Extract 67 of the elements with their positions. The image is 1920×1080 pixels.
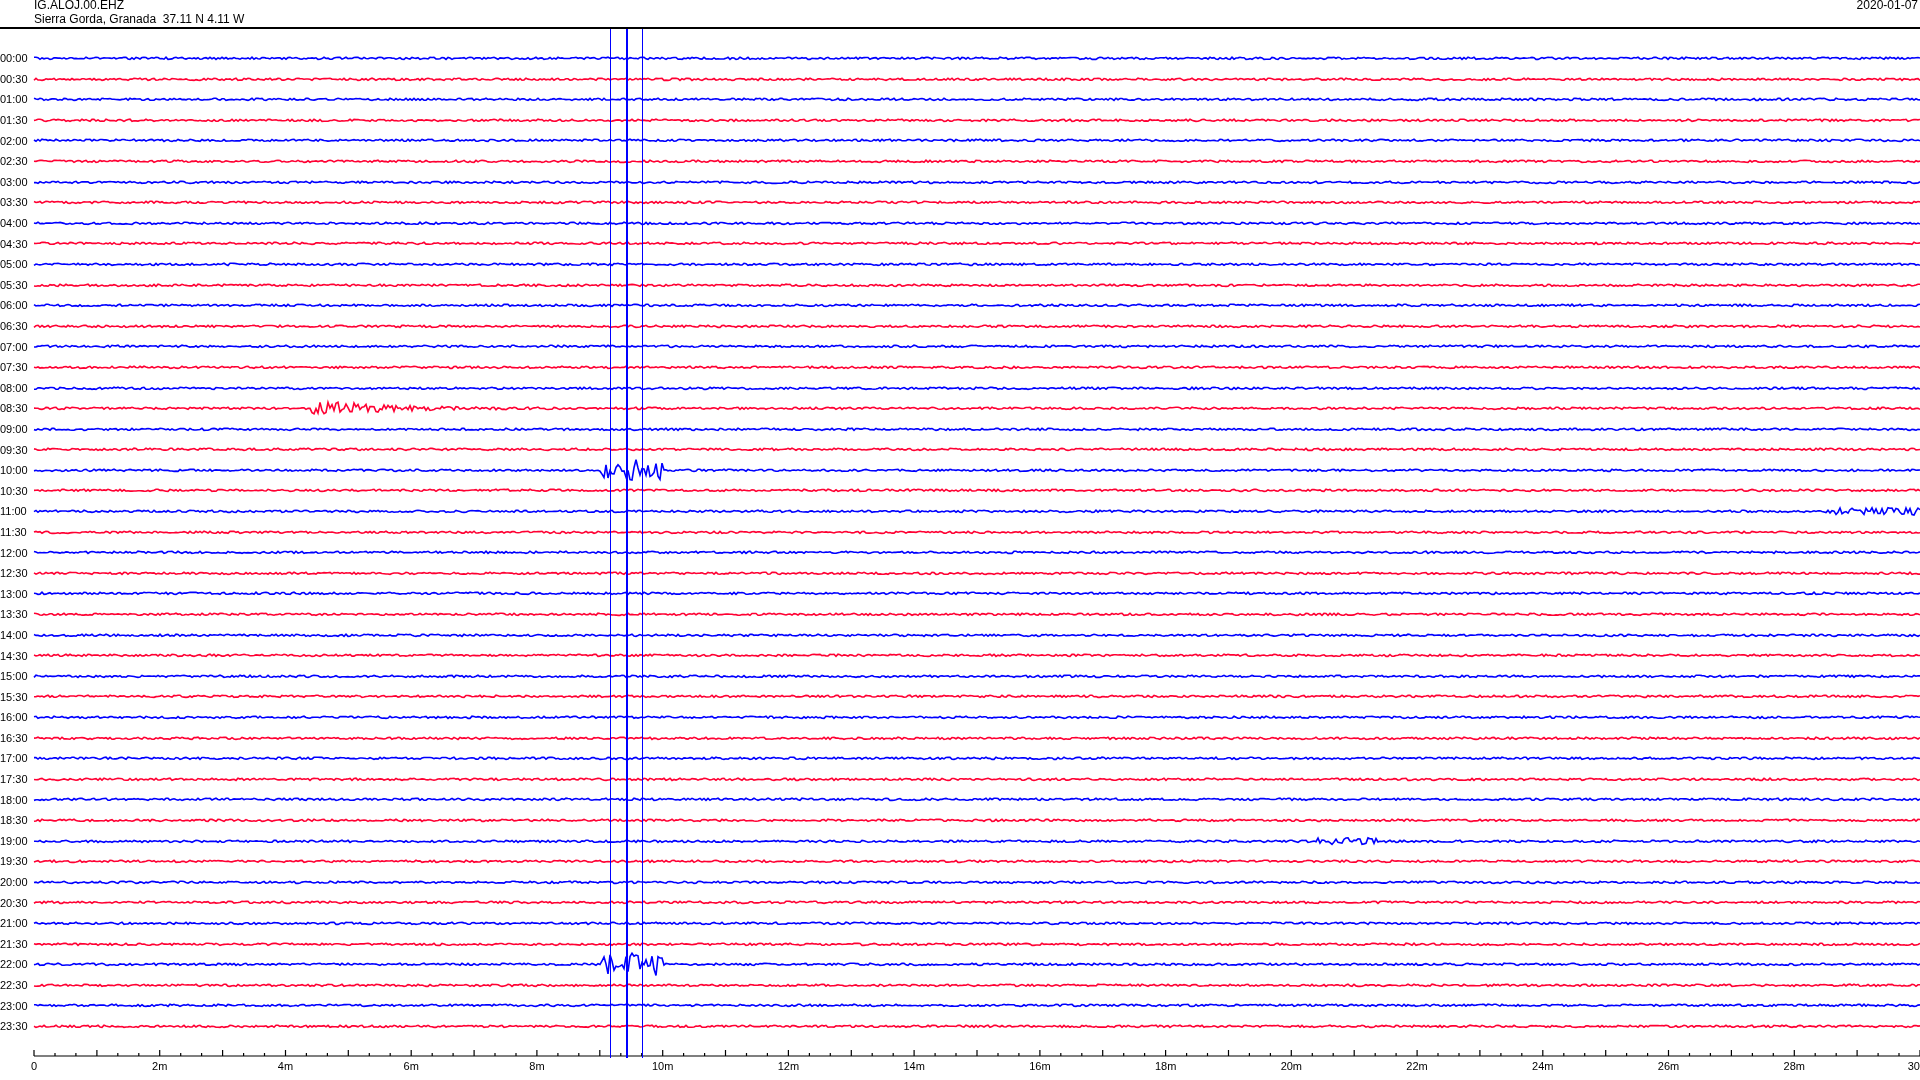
axis-tick-label: 2m [152, 1060, 168, 1072]
axis-tick-label: 20m [1280, 1060, 1303, 1072]
time-label: 06:00 [0, 299, 29, 312]
time-label: 04:00 [0, 217, 29, 230]
time-label: 18:30 [0, 814, 29, 827]
axis-tick-label: 8m [529, 1060, 545, 1072]
time-label: 13:30 [0, 608, 29, 621]
time-label: 12:30 [0, 567, 29, 580]
time-label: 18:00 [0, 793, 29, 806]
time-label: 03:00 [0, 175, 29, 188]
axis-tick-label: 6m [403, 1060, 419, 1072]
date-label: 2020-01-07 [1856, 0, 1918, 14]
time-label: 07:00 [0, 340, 29, 353]
axis-tick-label: 26m [1657, 1060, 1680, 1072]
time-label: 01:00 [0, 93, 29, 106]
time-label: 22:30 [0, 979, 29, 991]
time-label: 15:00 [0, 670, 29, 683]
time-label: 20:30 [0, 896, 29, 909]
station-location: Sierra Gorda, Granada 37.11 N 4.11 W [34, 12, 245, 26]
time-label: 11:00 [0, 505, 28, 518]
time-label: 17:00 [0, 752, 29, 765]
time-label: 04:30 [0, 237, 29, 250]
time-label: 16:30 [0, 731, 29, 744]
axis-tick-label: 24m [1532, 1060, 1554, 1072]
time-label: 23:00 [0, 999, 29, 1012]
axis-tick-label: 12m [777, 1060, 800, 1072]
time-label: 14:00 [0, 628, 29, 641]
axis-tick-label: 22m [1406, 1060, 1428, 1072]
time-label: 19:30 [0, 855, 29, 868]
time-label: 13:00 [0, 587, 29, 600]
time-label: 00:00 [0, 52, 29, 65]
time-label: 15:30 [0, 690, 29, 703]
time-label: 21:30 [0, 937, 29, 950]
time-label: 16:00 [0, 711, 29, 724]
time-label: 05:30 [0, 278, 29, 291]
time-label: 12:00 [0, 546, 29, 559]
time-label: 10:30 [0, 484, 29, 497]
time-label: 02:00 [0, 134, 29, 147]
station-code: IG.ALOJ.00.EHZ [34, 0, 126, 12]
axis-tick-label: 14m [903, 1060, 925, 1072]
axis-tick-label: 0 [30, 1060, 38, 1072]
axis-tick-label: 28m [1783, 1060, 1805, 1072]
time-label: 03:30 [0, 196, 29, 209]
time-label: 08:30 [0, 402, 29, 415]
time-label: 22:00 [0, 958, 29, 971]
time-label: 00:30 [0, 72, 29, 85]
time-label: 08:00 [0, 381, 29, 394]
time-label: 21:00 [0, 917, 29, 930]
axis-tick-label: 4m [277, 1060, 294, 1072]
time-label: 14:30 [0, 649, 29, 662]
time-label: 23:30 [0, 1020, 29, 1033]
axis-tick-label: 16m [1029, 1060, 1051, 1072]
time-label: 02:30 [0, 155, 29, 168]
time-label: 17:30 [0, 773, 29, 786]
time-label: 19:00 [0, 834, 29, 847]
time-label: 10:00 [0, 464, 29, 477]
time-label: 07:30 [0, 361, 29, 374]
time-label: 09:30 [0, 443, 29, 456]
time-label: 11:30 [0, 525, 28, 538]
axis-tick-label: 30 [1907, 1060, 1920, 1072]
time-label: 06:30 [0, 320, 29, 332]
time-label: 09:00 [0, 423, 29, 435]
time-label: 05:00 [0, 258, 29, 271]
time-label: 01:30 [0, 114, 29, 127]
time-label: 20:00 [0, 876, 29, 889]
axis-tick-label: 18m [1154, 1060, 1177, 1072]
axis-tick-label: 10m [651, 1060, 674, 1072]
